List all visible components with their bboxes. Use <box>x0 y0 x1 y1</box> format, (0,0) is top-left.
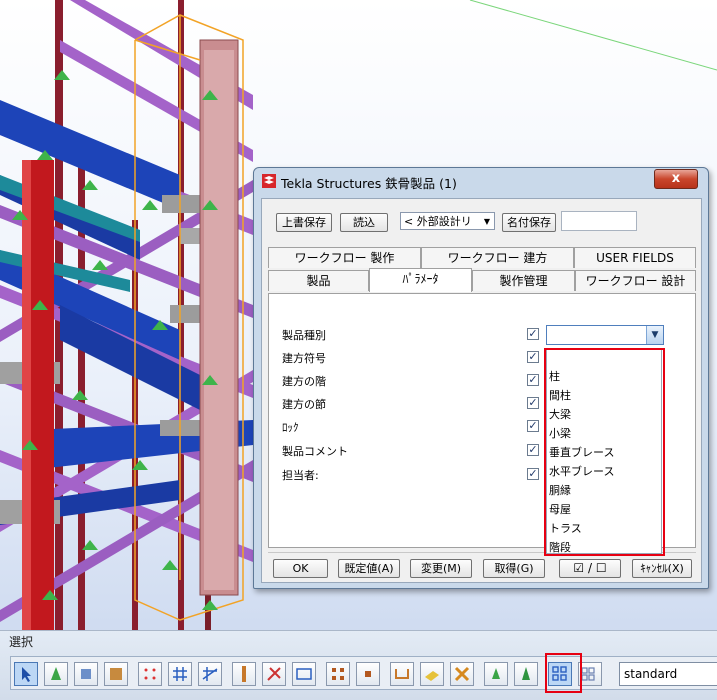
select-cuts-icon[interactable] <box>262 662 286 686</box>
select-surface-treatment-icon[interactable] <box>420 662 444 686</box>
select-surface-icon[interactable] <box>74 662 98 686</box>
selection-toolbar: 選択 standard <box>0 630 717 700</box>
select-objects-in-assemblies-icon[interactable] <box>514 662 538 686</box>
select-welds-icon[interactable] <box>232 662 256 686</box>
preset-select-value: < 外部設計リ <box>404 215 472 228</box>
chevron-down-icon: ▼ <box>483 217 490 226</box>
selection-switch-row: standard <box>10 656 717 690</box>
ok-button[interactable]: OK <box>273 559 328 578</box>
param-label-lock: ﾛｯｸ <box>282 421 299 434</box>
param-label-product-type: 製品種別 <box>282 329 326 342</box>
dropdown-highlight-box <box>544 348 665 556</box>
select-component-icon[interactable] <box>104 662 128 686</box>
dialog-body: 上書保存 読込 < 外部設計リ ▼ 名付保存 ワークフロー 製作 ワークフロー … <box>261 198 702 583</box>
modify-button[interactable]: 変更(M) <box>410 559 472 578</box>
param-checkbox-erection-floor[interactable]: ✓ <box>527 374 539 386</box>
chevron-down-icon[interactable]: ▼ <box>646 326 663 344</box>
param-checkbox-erection-mark[interactable]: ✓ <box>527 351 539 363</box>
select-points-icon[interactable] <box>138 662 162 686</box>
preset-select[interactable]: < 外部設計リ ▼ <box>400 212 495 230</box>
save-as-name-input[interactable] <box>561 211 637 231</box>
dialog-title: Tekla Structures 鉄骨製品 (1) <box>281 176 457 191</box>
tekla-logo-icon <box>262 174 276 188</box>
tab-user-fields[interactable]: USER FIELDS <box>574 247 696 268</box>
toggle-checkboxes-button[interactable]: ☑ / ☐ <box>559 559 621 578</box>
param-label-erection-mark: 建方符号 <box>282 352 326 365</box>
param-label-person-in-charge: 担当者: <box>282 469 319 482</box>
param-checkbox-product-type[interactable]: ✓ <box>527 328 539 340</box>
tab-production-management[interactable]: 製作管理 <box>472 270 575 291</box>
tab-parameters[interactable]: ﾊﾟﾗﾒｰﾀ <box>369 268 472 292</box>
param-checkbox-product-comment[interactable]: ✓ <box>527 444 539 456</box>
product-type-combobox[interactable]: ▼ <box>546 325 664 345</box>
get-button[interactable]: 取得(G) <box>483 559 545 578</box>
toolbar-title: 選択 <box>9 635 34 649</box>
close-button[interactable]: x <box>654 169 698 189</box>
overwrite-save-button[interactable]: 上書保存 <box>276 213 332 232</box>
toolbar-highlight-box <box>545 653 582 693</box>
select-gridlines-icon[interactable] <box>198 662 222 686</box>
select-reinforcing-icon[interactable] <box>390 662 414 686</box>
param-label-product-comment: 製品コメント <box>282 445 348 458</box>
tab-workflow-design[interactable]: ワークフロー 設計 <box>575 270 696 291</box>
tab-workflow-erection[interactable]: ワークフロー 建方 <box>421 247 574 268</box>
param-label-erection-floor: 建方の階 <box>282 375 326 388</box>
tab-workflow-fabrication[interactable]: ワークフロー 製作 <box>268 247 421 268</box>
selection-filter-value: standard <box>624 667 678 681</box>
cancel-button[interactable]: ｷｬﾝｾﾙ(X) <box>632 559 692 578</box>
save-as-button[interactable]: 名付保存 <box>502 213 556 232</box>
param-checkbox-lock[interactable]: ✓ <box>527 420 539 432</box>
select-loads-icon[interactable] <box>450 662 474 686</box>
param-checkbox-person-in-charge[interactable]: ✓ <box>527 468 539 480</box>
load-button[interactable]: 読込 <box>340 213 388 232</box>
select-objects-in-components-icon[interactable] <box>484 662 508 686</box>
tab-assembly[interactable]: 製品 <box>268 270 369 291</box>
defaults-button[interactable]: 既定値(A) <box>338 559 400 578</box>
selection-filter-select[interactable]: standard <box>619 662 717 686</box>
select-parts-icon[interactable] <box>44 662 68 686</box>
select-views-icon[interactable] <box>292 662 316 686</box>
select-all-icon[interactable] <box>14 662 38 686</box>
select-single-bolts-icon[interactable] <box>356 662 380 686</box>
select-grid-icon[interactable] <box>168 662 192 686</box>
steel-assembly-properties-dialog: Tekla Structures 鉄骨製品 (1) x 上書保存 読込 < 外部… <box>253 167 709 589</box>
dialog-titlebar[interactable]: Tekla Structures 鉄骨製品 (1) x <box>254 168 708 194</box>
param-label-erection-section: 建方の節 <box>282 398 326 411</box>
select-bolt-groups-icon[interactable] <box>326 662 350 686</box>
param-checkbox-erection-section[interactable]: ✓ <box>527 397 539 409</box>
